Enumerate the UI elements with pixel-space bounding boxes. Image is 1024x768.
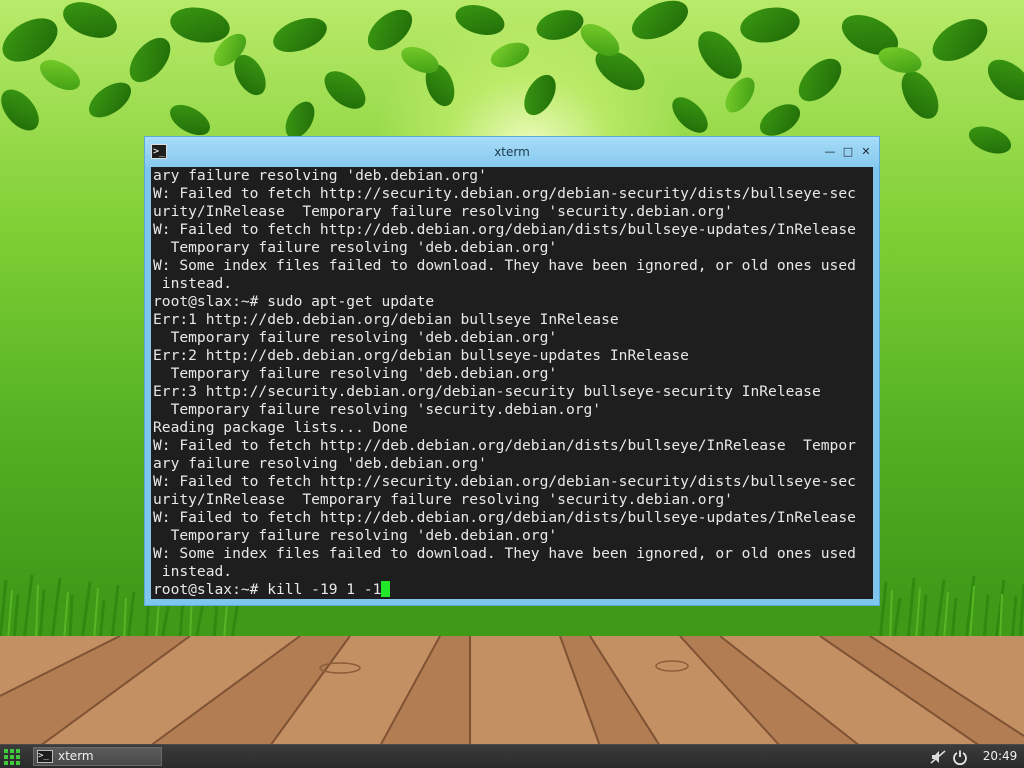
terminal-line: Temporary failure resolving 'deb.debian.… [153,239,558,256]
terminal-line: Temporary failure resolving 'security.de… [153,401,602,418]
minimize-button[interactable]: — [823,145,837,159]
window-title: xterm [494,145,530,159]
terminal-line: ary failure resolving 'deb.debian.org' [153,167,487,184]
terminal-line: W: Failed to fetch http://deb.debian.org… [153,509,856,526]
terminal-line: Err:2 http://deb.debian.org/debian bulls… [153,347,689,364]
grid-icon-cell [4,761,8,765]
terminal-icon: >_ [37,750,53,763]
grid-icon-cell [16,761,20,765]
terminal-line: W: Some index files failed to download. … [153,257,856,274]
window-titlebar[interactable]: xterm >_ — □ ✕ [145,137,879,167]
taskbar-item-label: xterm [58,749,94,763]
terminal-cursor [381,581,391,597]
terminal-line: instead. [153,275,233,292]
grid-icon-cell [10,755,14,759]
terminal-line: ary failure resolving 'deb.debian.org' [153,455,487,472]
grid-icon-cell [10,761,14,765]
close-button[interactable]: ✕ [859,145,873,159]
terminal-line: W: Some index files failed to download. … [153,545,856,562]
taskbar: >_ xterm 20:49 [0,744,1024,768]
terminal-line: urity/InRelease Temporary failure resolv… [153,491,733,508]
terminal-line: W: Failed to fetch http://deb.debian.org… [153,437,856,454]
terminal-output[interactable]: ary failure resolving 'deb.debian.org' W:… [151,167,873,599]
maximize-button[interactable]: □ [841,145,855,159]
power-icon[interactable] [952,749,968,765]
grid-icon [4,749,8,753]
terminal-line: W: Failed to fetch http://deb.debian.org… [153,221,856,238]
terminal-line: Err:3 http://security.debian.org/debian-… [153,383,821,400]
terminal-prompt-line[interactable]: root@slax:~# kill -19 1 -1 [153,581,873,599]
terminal-prompt: root@slax:~# [153,581,268,598]
taskbar-item-xterm[interactable]: >_ xterm [33,747,162,766]
terminal-icon[interactable]: >_ [151,144,167,159]
terminal-text: ary failure resolving 'deb.debian.org' W:… [151,167,873,599]
terminal-line: Reading package lists... Done [153,419,408,436]
start-menu-button[interactable] [4,749,20,765]
clock[interactable]: 20:49 [978,745,1022,768]
xterm-window[interactable]: xterm >_ — □ ✕ ary failure resolving 'de… [144,136,880,606]
terminal-line: urity/InRelease Temporary failure resolv… [153,203,733,220]
terminal-line: W: Failed to fetch http://security.debia… [153,473,856,490]
terminal-line: Err:1 http://deb.debian.org/debian bulls… [153,311,619,328]
desktop: xterm >_ — □ ✕ ary failure resolving 'de… [0,0,1024,768]
wallpaper-wood-floor [0,636,1024,746]
grid-icon-cell [10,749,14,753]
grid-icon-cell [4,755,8,759]
terminal-line: root@slax:~# sudo apt-get update [153,293,435,310]
terminal-input[interactable]: kill -19 1 -1 [267,581,381,598]
terminal-line: instead. [153,563,233,580]
mute-icon[interactable] [930,749,946,765]
terminal-line: W: Failed to fetch http://security.debia… [153,185,856,202]
terminal-line: Temporary failure resolving 'deb.debian.… [153,365,558,382]
terminal-line: Temporary failure resolving 'deb.debian.… [153,329,558,346]
terminal-line: Temporary failure resolving 'deb.debian.… [153,527,558,544]
grid-icon-cell [16,749,20,753]
grid-icon-cell [16,755,20,759]
